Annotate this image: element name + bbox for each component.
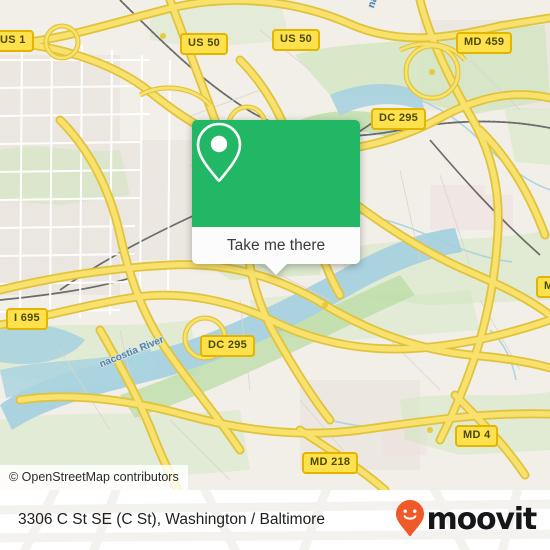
shield-us-50-west[interactable]: US 50 <box>180 33 229 55</box>
shield-dc-295-north[interactable]: DC 295 <box>371 108 427 130</box>
moovit-logo[interactable]: moovit <box>395 499 538 542</box>
osm-attribution[interactable]: © OpenStreetMap contributors <box>0 464 188 490</box>
shield-md-edge[interactable]: MD <box>536 276 550 298</box>
take-me-there-button[interactable]: Take me there <box>227 238 325 254</box>
address-label: 3306 C St SE (C St), Washington / Baltim… <box>18 511 325 529</box>
footer-content: 3306 C St SE (C St), Washington / Baltim… <box>0 490 550 550</box>
footer-bar: 3306 C St SE (C St), Washington / Baltim… <box>0 490 550 550</box>
shield-md-459[interactable]: MD 459 <box>456 32 513 54</box>
shield-us-1[interactable]: US 1 <box>0 30 34 52</box>
shield-us-50-east[interactable]: US 50 <box>272 29 321 51</box>
popup-pointer-tail <box>265 264 287 275</box>
popup-header <box>192 120 360 227</box>
shield-i-695[interactable]: I 695 <box>6 308 48 330</box>
shield-md-218[interactable]: MD 218 <box>302 452 359 474</box>
popup-action-bar[interactable]: Take me there <box>192 227 360 275</box>
shield-dc-295-south[interactable]: DC 295 <box>200 335 256 357</box>
destination-popup-card[interactable]: Take me there <box>192 120 360 275</box>
moovit-map-screenshot: US 1 US 50 US 50 MD 459 DC 295 I 695 DC … <box>0 0 550 550</box>
moovit-smiley-pin-icon <box>395 499 425 542</box>
map-canvas[interactable]: US 1 US 50 US 50 MD 459 DC 295 I 695 DC … <box>0 0 550 490</box>
moovit-wordmark: moovit <box>426 502 538 537</box>
shield-md-4[interactable]: MD 4 <box>455 425 499 447</box>
